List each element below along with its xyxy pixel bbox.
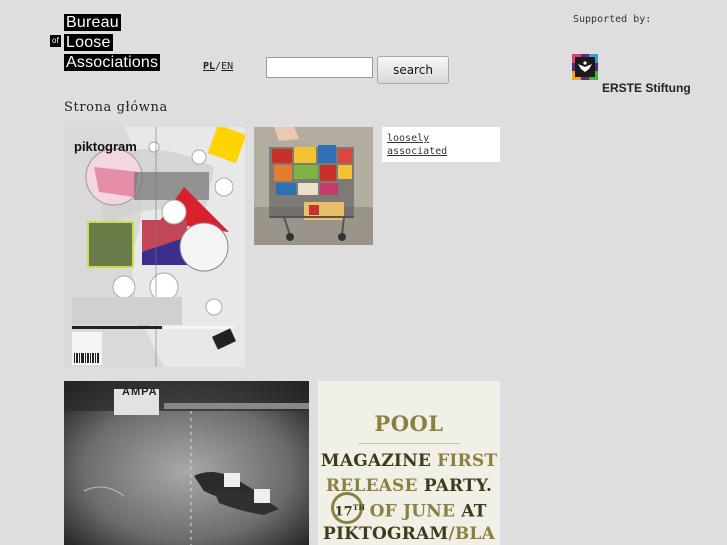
supported-by-label: Supported by: (573, 14, 652, 25)
tile-piktogram-cover[interactable]: piktogram (64, 127, 245, 367)
pool-line-3: 17TH OF JUNE AT (318, 492, 500, 524)
erste-name: ERSTE Stiftung (602, 81, 691, 95)
logo-line-associations: Associations (64, 54, 161, 71)
pool-title: POOL (374, 411, 444, 436)
page-title: Strona główna (64, 100, 168, 115)
pool-line-1: MAGAZINE FIRST (320, 451, 498, 471)
logo-line-loose: Loose (64, 34, 113, 51)
piktogram-cover-image (64, 127, 245, 367)
piktogram-brand: piktogram (74, 139, 137, 154)
tile-loosely-associated[interactable]: loosely associated (382, 127, 500, 162)
tile-shopping-cart-photo[interactable] (254, 127, 373, 245)
shopping-cart-image (254, 127, 373, 245)
tile-greyhound-race-photo[interactable]: AMPA (64, 381, 309, 545)
tile-pool-poster[interactable]: POOL MAGAZINE FIRST RELEASE PARTY. 17TH … (318, 381, 500, 545)
loosely-associated-link[interactable]: loosely associated (387, 132, 467, 158)
pool-line-4: PIKTOGRAM/BLA (323, 524, 495, 544)
search-input[interactable] (266, 57, 373, 78)
logo-line-of: of (50, 35, 62, 47)
race-sign-text: AMPA (122, 386, 158, 398)
pool-date-circle: 17TH (331, 492, 365, 524)
greyhound-race-image (64, 381, 309, 545)
erste-emblem-icon (572, 54, 598, 80)
language-switcher: PL/EN (203, 61, 233, 72)
pool-divider (358, 443, 460, 444)
logo-line-bureau: Bureau (64, 14, 121, 31)
lang-pl-link[interactable]: PL (203, 61, 215, 72)
lang-en-link[interactable]: EN (221, 61, 233, 72)
search-button[interactable]: search (377, 56, 449, 84)
